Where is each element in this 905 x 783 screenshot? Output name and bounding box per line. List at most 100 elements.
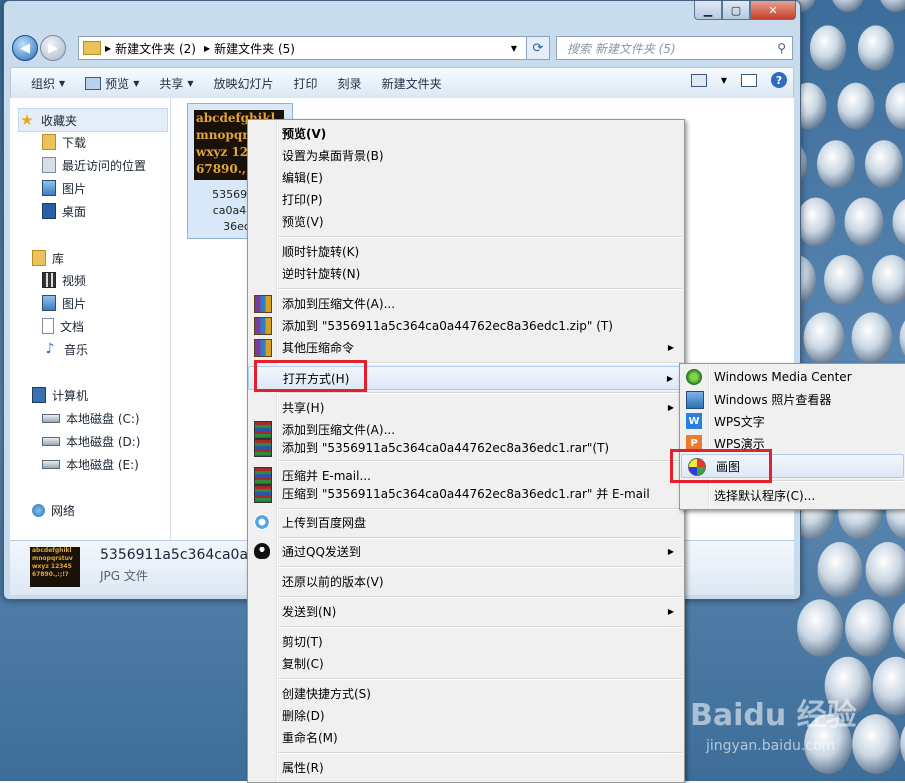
menu-item-label: Windows 照片查看器	[714, 392, 832, 407]
address-segment[interactable]: 新建文件夹 (2)	[115, 40, 196, 57]
pane-icon[interactable]	[741, 73, 757, 87]
refresh-button[interactable]: ⟳	[526, 36, 550, 60]
menu-item-rename[interactable]: 重命名(M)	[248, 726, 684, 748]
menu-item-add-to-zip[interactable]: 添加到 "5356911a5c364ca0a44762ec8a36edc1.zi…	[248, 314, 684, 336]
sidebar-item-music[interactable]: ♪ 音乐	[42, 338, 88, 360]
menu-item-label: 重命名(M)	[282, 730, 338, 745]
close-button[interactable]: ✕	[750, 1, 796, 20]
sidebar-item-computer[interactable]: 计算机	[32, 384, 88, 406]
search-icon[interactable]: ⚲	[777, 41, 786, 55]
submenu-item-windows-media-center[interactable]: Windows Media Center	[680, 366, 905, 388]
sidebar-item-videos[interactable]: 视频	[42, 269, 86, 291]
menu-item-send-to[interactable]: 发送到(N) ▶	[248, 600, 684, 622]
sidebar-item-pictures[interactable]: 图片	[42, 292, 86, 314]
background-disc	[865, 542, 905, 598]
sidebar-item-favorites[interactable]: ★ 收藏夹	[18, 108, 168, 132]
background-disc	[893, 602, 905, 654]
menu-item-preview-default[interactable]: 预览(V)	[248, 122, 684, 144]
organize-label: 组织	[31, 76, 56, 91]
menu-item-add-to-rar[interactable]: 添加到 "5356911a5c364ca0a44762ec8a36edc1.ra…	[248, 436, 684, 458]
sidebar-item-label: 收藏夹	[41, 113, 78, 128]
new-folder-button[interactable]: 新建文件夹	[372, 75, 452, 92]
maximize-button[interactable]: ▢	[722, 1, 750, 20]
sidebar-item-libraries[interactable]: 库	[32, 247, 64, 269]
menu-item-delete[interactable]: 删除(D)	[248, 704, 684, 726]
sidebar-item-disk-c[interactable]: 本地磁盘 (C:)	[42, 407, 140, 429]
video-icon	[42, 272, 56, 288]
search-placeholder: 搜索 新建文件夹 (5)	[567, 41, 676, 56]
minimize-button[interactable]: ▁	[694, 1, 722, 20]
menu-item-add-to-archive[interactable]: 添加到压缩文件(A)...	[248, 292, 684, 314]
menu-item-upload-baidu[interactable]: 上传到百度网盘	[248, 511, 684, 533]
menu-item-edit[interactable]: 编辑(E)	[248, 166, 684, 188]
baidu-watermark-logo: Baidu 经验	[690, 698, 857, 733]
sidebar-item-pictures-fav[interactable]: 图片	[42, 177, 86, 199]
background-disc	[809, 25, 847, 71]
menu-item-share[interactable]: 共享(H) ▶	[248, 396, 684, 418]
menu-item-copy[interactable]: 复制(C)	[248, 652, 684, 674]
menu-item-properties[interactable]: 属性(R)	[248, 756, 684, 778]
organize-button[interactable]: 组织 ▼	[21, 75, 75, 92]
chevron-down-icon: ▼	[187, 78, 194, 88]
baidu-watermark-url: jingyan.baidu.com	[706, 738, 836, 754]
submenu-item-choose-default[interactable]: 选择默认程序(C)...	[680, 484, 905, 506]
menu-item-label: 通过QQ发送到	[282, 544, 361, 559]
address-bar[interactable]: ▶ 新建文件夹 (2) ▶ 新建文件夹 (5) ▼	[78, 36, 544, 60]
help-icon[interactable]: ?	[771, 72, 787, 88]
address-dropdown-icon[interactable]: ▼	[511, 44, 517, 53]
slideshow-button[interactable]: 放映幻灯片	[204, 75, 284, 92]
submenu-item-wps-writer[interactable]: W WPS文字	[680, 410, 905, 432]
pictures-icon	[42, 295, 56, 311]
preview-button[interactable]: 预览 ▼	[75, 75, 149, 92]
share-button[interactable]: 共享 ▼	[149, 75, 203, 92]
sidebar-item-label: 网络	[51, 503, 76, 518]
menu-item-other-compress[interactable]: 其他压缩命令 ▶	[248, 336, 684, 358]
winrar-icon	[254, 317, 272, 335]
sidebar-item-label: 下载	[62, 135, 87, 150]
menu-item-set-desktop-background[interactable]: 设置为桌面背景(B)	[248, 144, 684, 166]
photo-viewer-icon	[686, 391, 704, 409]
menu-item-cut[interactable]: 剪切(T)	[248, 630, 684, 652]
menu-item-compress-rar-email[interactable]: 压缩到 "5356911a5c364ca0a44762ec8a36edc1.ra…	[248, 482, 684, 504]
preview-icon	[85, 76, 102, 90]
menu-item-restore-previous[interactable]: 还原以前的版本(V)	[248, 570, 684, 592]
menu-item-preview[interactable]: 预览(V)	[248, 210, 684, 232]
background-disc	[852, 714, 900, 774]
background-disc	[872, 255, 905, 305]
menu-item-send-qq[interactable]: 通过QQ发送到 ▶	[248, 540, 684, 562]
menu-item-label: 选择默认程序(C)...	[714, 488, 816, 503]
sidebar-item-label: 桌面	[62, 204, 87, 219]
view-icon[interactable]	[690, 73, 707, 87]
sidebar-item-desktop[interactable]: 桌面	[42, 200, 86, 222]
back-button[interactable]: ◀	[12, 35, 38, 61]
background-disc	[844, 197, 884, 247]
sidebar-item-recent[interactable]: 最近访问的位置	[42, 154, 146, 176]
burn-button[interactable]: 刻录	[328, 75, 372, 92]
chevron-down-icon[interactable]: ▼	[721, 76, 727, 85]
menu-item-label: 添加到 "5356911a5c364ca0a44762ec8a36edc1.zi…	[282, 318, 613, 333]
open-with-submenu: Windows Media Center Windows 照片查看器 W WPS文…	[679, 363, 905, 510]
sidebar-item-documents[interactable]: 文档	[42, 315, 84, 337]
sidebar-item-downloads[interactable]: 下载	[42, 131, 86, 153]
submenu-item-photo-viewer[interactable]: Windows 照片查看器	[680, 388, 905, 410]
highlight-box-paint	[670, 449, 772, 483]
sidebar-item-disk-d[interactable]: 本地磁盘 (D:)	[42, 430, 140, 452]
menu-item-rotate-clockwise[interactable]: 顺时针旋转(K)	[248, 240, 684, 262]
search-input[interactable]: 搜索 新建文件夹 (5) ⚲	[556, 36, 793, 60]
forward-button[interactable]: ▶	[40, 35, 66, 61]
print-button[interactable]: 打印	[284, 75, 328, 92]
background-disc	[824, 255, 864, 305]
desktop-icon	[42, 203, 56, 219]
recent-places-icon	[42, 157, 56, 173]
address-segment[interactable]: 新建文件夹 (5)	[214, 40, 295, 57]
menu-separator	[278, 508, 682, 510]
menu-item-print[interactable]: 打印(P)	[248, 188, 684, 210]
menu-item-label: 其他压缩命令	[282, 340, 355, 355]
background-disc	[796, 197, 836, 247]
menu-item-rotate-counterclockwise[interactable]: 逆时针旋转(N)	[248, 262, 684, 284]
menu-item-create-shortcut[interactable]: 创建快捷方式(S)	[248, 682, 684, 704]
menu-separator	[278, 626, 682, 628]
menu-item-label: 打印(P)	[282, 192, 323, 207]
sidebar-item-disk-e[interactable]: 本地磁盘 (E:)	[42, 453, 139, 475]
sidebar-item-network[interactable]: 网络	[32, 499, 75, 521]
